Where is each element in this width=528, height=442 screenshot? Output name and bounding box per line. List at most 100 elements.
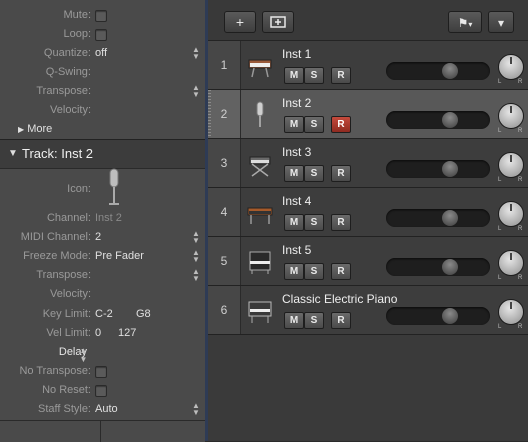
track-name[interactable]: Classic Electric Piano bbox=[282, 292, 397, 306]
pan-knob[interactable] bbox=[498, 103, 524, 129]
fader-knob[interactable] bbox=[442, 210, 458, 226]
param-row-velocity[interactable]: Velocity: bbox=[0, 101, 205, 120]
pan-knob[interactable] bbox=[498, 299, 524, 325]
param-row-loop[interactable]: Loop: bbox=[0, 25, 205, 44]
new-track-stack-button[interactable] bbox=[262, 11, 294, 33]
record-enable-button[interactable]: R bbox=[331, 67, 351, 84]
pan-knob[interactable] bbox=[498, 201, 524, 227]
track-row[interactable]: 3 Inst 3MSRLR bbox=[208, 139, 528, 188]
track-number[interactable]: 4 bbox=[208, 188, 241, 236]
param-row-delay[interactable]: Delay ▲▼ bbox=[0, 343, 205, 364]
track-row[interactable]: 4 Inst 4MSRLR bbox=[208, 188, 528, 237]
mute-button[interactable]: M bbox=[284, 165, 304, 182]
track-row[interactable]: 5 Inst 5MSRLR bbox=[208, 237, 528, 286]
stepper-icon[interactable]: ▲ ▼ bbox=[192, 230, 200, 245]
fader-knob[interactable] bbox=[442, 308, 458, 324]
more-disclosure[interactable]: ▶ More bbox=[18, 123, 52, 135]
solo-button[interactable]: S bbox=[304, 67, 324, 84]
track-menu-button[interactable]: ▾ bbox=[488, 11, 514, 33]
stepper-icon[interactable]: ▲ ▼ bbox=[192, 249, 200, 264]
record-enable-button[interactable]: R bbox=[331, 214, 351, 231]
volume-fader[interactable] bbox=[386, 160, 490, 178]
track-number[interactable]: 5 bbox=[208, 237, 241, 285]
param-row-freeze-mode[interactable]: Freeze Mode: Pre Fader ▲ ▼ bbox=[0, 247, 205, 266]
checkbox[interactable] bbox=[95, 384, 107, 397]
param-value[interactable]: 2 bbox=[95, 231, 101, 243]
track-row[interactable]: 2 Inst 2MSRLR bbox=[208, 90, 528, 139]
checkbox[interactable] bbox=[95, 365, 107, 378]
solo-button[interactable]: S bbox=[304, 263, 324, 280]
pan-knob[interactable] bbox=[498, 250, 524, 276]
fader-knob[interactable] bbox=[442, 161, 458, 177]
track-name[interactable]: Inst 5 bbox=[282, 243, 311, 257]
record-enable-button[interactable]: R bbox=[331, 165, 351, 182]
checkbox[interactable] bbox=[95, 29, 107, 41]
track-number[interactable]: 6 bbox=[208, 286, 241, 334]
param-row-transpose[interactable]: Transpose: ▲ ▼ bbox=[0, 82, 205, 101]
param-row-vel-limit[interactable]: Vel Limit: 0 127 bbox=[0, 324, 205, 343]
param-row-quantize[interactable]: Quantize: off ▲ ▼ bbox=[0, 44, 205, 63]
pan-knob[interactable] bbox=[498, 54, 524, 80]
track-name[interactable]: Inst 3 bbox=[282, 145, 311, 159]
param-row-velocity[interactable]: Velocity: bbox=[0, 285, 205, 304]
volume-fader[interactable] bbox=[386, 258, 490, 276]
electric-piano-icon[interactable] bbox=[246, 296, 274, 324]
stepper-icon[interactable]: ▲ ▼ bbox=[192, 84, 200, 99]
stepper-icon[interactable]: ▲ ▼ bbox=[192, 402, 200, 417]
volume-fader[interactable] bbox=[386, 307, 490, 325]
param-row-transpose[interactable]: Transpose: ▲ ▼ bbox=[0, 266, 205, 285]
track-name[interactable]: Inst 2 bbox=[282, 96, 311, 110]
mute-button[interactable]: M bbox=[284, 116, 304, 133]
mute-button[interactable]: M bbox=[284, 263, 304, 280]
upright-piano-icon[interactable] bbox=[246, 247, 274, 275]
param-value[interactable]: 0 bbox=[95, 327, 101, 339]
track-row[interactable]: 6 Classic Electric Piano M S R L R bbox=[208, 286, 528, 335]
fader-knob[interactable] bbox=[442, 259, 458, 275]
drag-grip[interactable] bbox=[208, 90, 211, 138]
track-row[interactable]: 1 Inst 1MSRLR bbox=[208, 41, 528, 90]
volume-fader[interactable] bbox=[386, 62, 490, 80]
record-enable-button[interactable]: R bbox=[331, 312, 351, 329]
param-row-midi-channel[interactable]: MIDI Channel: 2 ▲ ▼ bbox=[0, 228, 205, 247]
track-number[interactable]: 2 bbox=[208, 90, 241, 138]
solo-button[interactable]: S bbox=[304, 312, 324, 329]
volume-fader[interactable] bbox=[386, 111, 490, 129]
record-enable-button[interactable]: R bbox=[331, 263, 351, 280]
mute-button[interactable]: M bbox=[284, 312, 304, 329]
param-row-staff-style[interactable]: Staff Style: Auto ▲ ▼ bbox=[0, 400, 205, 419]
track-number[interactable]: 3 bbox=[208, 139, 241, 187]
track-flag-button[interactable]: ⚑▾ bbox=[448, 11, 482, 33]
param-row-channel[interactable]: Channel: Inst 2 bbox=[0, 209, 205, 228]
param-value-secondary[interactable]: G8 bbox=[136, 308, 151, 320]
param-value-secondary[interactable]: 127 bbox=[118, 327, 136, 339]
fader-knob[interactable] bbox=[442, 63, 458, 79]
param-row-no-transpose[interactable]: No Transpose: bbox=[0, 362, 205, 381]
solo-button[interactable]: S bbox=[304, 165, 324, 182]
param-row-q-swing[interactable]: Q-Swing: bbox=[0, 63, 205, 82]
solo-button[interactable]: S bbox=[304, 214, 324, 231]
track-icon-microphone-icon[interactable] bbox=[104, 168, 124, 206]
fader-knob[interactable] bbox=[442, 112, 458, 128]
stepper-icon[interactable]: ▲ ▼ bbox=[192, 46, 200, 61]
record-enable-button[interactable]: R bbox=[331, 116, 351, 133]
mute-button[interactable]: M bbox=[284, 67, 304, 84]
param-value[interactable]: C-2 bbox=[95, 308, 113, 320]
solo-button[interactable]: S bbox=[304, 116, 324, 133]
add-track-button[interactable]: + bbox=[224, 11, 256, 33]
param-row-no-reset[interactable]: No Reset: bbox=[0, 381, 205, 400]
param-row-key-limit[interactable]: Key Limit: C-2 G8 bbox=[0, 305, 205, 324]
param-value[interactable]: Auto bbox=[95, 403, 118, 415]
mute-button[interactable]: M bbox=[284, 214, 304, 231]
param-value[interactable]: Pre Fader bbox=[95, 250, 144, 262]
track-name[interactable]: Inst 1 bbox=[282, 47, 311, 61]
synth-keyboard-icon[interactable] bbox=[246, 51, 274, 79]
stepper-icon[interactable]: ▲ ▼ bbox=[192, 268, 200, 283]
param-row-mute[interactable]: Mute: bbox=[0, 6, 205, 25]
track-inspector-header[interactable]: ▼ Track: Inst 2 bbox=[0, 139, 205, 169]
pan-knob[interactable] bbox=[498, 152, 524, 178]
param-value[interactable]: off bbox=[95, 47, 107, 59]
track-name[interactable]: Inst 4 bbox=[282, 194, 311, 208]
keyboard-stand-icon[interactable] bbox=[246, 149, 274, 177]
microphone-icon[interactable] bbox=[246, 100, 274, 128]
volume-fader[interactable] bbox=[386, 209, 490, 227]
